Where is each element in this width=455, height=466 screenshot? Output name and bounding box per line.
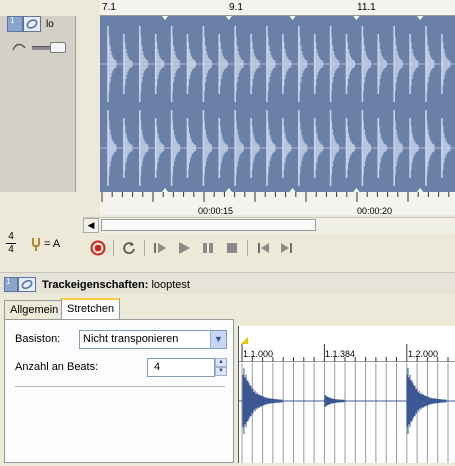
track-header[interactable]: 1 lo (0, 16, 76, 192)
time-ruler[interactable]: 00:00:15 00:00:20 (100, 192, 455, 216)
transport-bar (83, 236, 455, 260)
play-from-start-icon[interactable] (151, 239, 169, 257)
beats-label: Anzahl an Beats: (15, 361, 99, 373)
waveform-clip[interactable] (100, 16, 455, 192)
bar-label: 7.1 (102, 2, 116, 13)
spin-up-icon[interactable]: ▲ (215, 358, 227, 367)
toolbar-separator (144, 240, 145, 256)
time-signature-numerator: 4 (8, 231, 14, 242)
time-signature-denominator: 4 (8, 244, 14, 255)
properties-track-name: looptest (151, 279, 190, 291)
loop-track-icon (23, 16, 41, 32)
properties-title: Trackeigenschaften: looptest (42, 279, 190, 291)
play-icon[interactable] (175, 239, 193, 257)
time-label: 00:00:15 (198, 206, 234, 216)
volume-slider-thumb[interactable] (50, 42, 66, 53)
scroll-left-button[interactable]: ◀ (83, 218, 99, 233)
go-to-start-icon[interactable] (254, 239, 272, 257)
tuning-label: = A (44, 238, 61, 250)
beats-input[interactable]: 4 (147, 358, 215, 377)
loop-waveform-area[interactable] (239, 363, 455, 463)
track-number: 1 (7, 16, 23, 32)
loop-editor[interactable]: 1.1.000 1.1.384 1.2.000 (238, 326, 455, 463)
loop-icon[interactable] (120, 239, 138, 257)
go-to-end-icon[interactable] (278, 239, 296, 257)
pause-icon[interactable] (199, 239, 217, 257)
properties-title-label: Trackeigenschaften: (42, 279, 149, 291)
horizontal-scrollbar[interactable]: ◀ (83, 217, 455, 233)
volume-icon (12, 43, 26, 51)
toolbar-separator (247, 240, 248, 256)
loop-grid (241, 363, 449, 463)
chevron-down-icon[interactable]: ▼ (210, 331, 226, 348)
waveform-graphic (100, 16, 455, 192)
time-ruler-ticks (101, 192, 450, 202)
scrollbar-thumb[interactable] (101, 219, 316, 231)
loop-ruler-ticks (241, 344, 449, 362)
basiston-label: Basiston: (15, 333, 61, 345)
time-signature[interactable]: 4 4 (6, 232, 16, 255)
stop-icon[interactable] (223, 239, 241, 257)
toolbar-separator (113, 240, 114, 256)
loop-ruler[interactable]: 1.1.000 1.1.384 1.2.000 (239, 344, 455, 362)
tuning-fork-icon[interactable] (30, 237, 42, 251)
bar-label: 11.1 (357, 2, 376, 13)
track-name: lo (46, 19, 54, 30)
loop-track-icon (18, 277, 36, 292)
loop-start-marker[interactable] (241, 337, 248, 344)
record-icon[interactable] (89, 239, 107, 257)
beats-spinner[interactable]: ▲ ▼ (215, 358, 227, 377)
divider (15, 386, 225, 387)
loop-waveform (239, 363, 455, 463)
tab-allgemein[interactable]: Allgemein (4, 300, 65, 319)
basiston-select[interactable]: Nicht transponieren ▼ (79, 330, 227, 349)
bar-label: 9.1 (229, 2, 243, 13)
properties-track-number: 1 (4, 277, 18, 292)
track-view: 1 lo 7.1 9.1 11.1 00:00:15 00:00:20 ◀ (0, 0, 455, 233)
time-label: 00:00:20 (357, 206, 393, 216)
loop-waveform-peaks (239, 367, 455, 435)
basiston-value: Nicht transponieren (83, 333, 179, 345)
track-properties-header: 1 Trackeigenschaften: looptest (0, 272, 455, 294)
bar-ruler[interactable]: 7.1 9.1 11.1 (100, 0, 455, 16)
spin-down-icon[interactable]: ▼ (215, 367, 227, 376)
tab-stretchen[interactable]: Stretchen (61, 298, 121, 320)
waveform-peaks (100, 26, 455, 186)
stretch-tab-panel: Basiston: Nicht transponieren ▼ Anzahl a… (4, 319, 234, 463)
